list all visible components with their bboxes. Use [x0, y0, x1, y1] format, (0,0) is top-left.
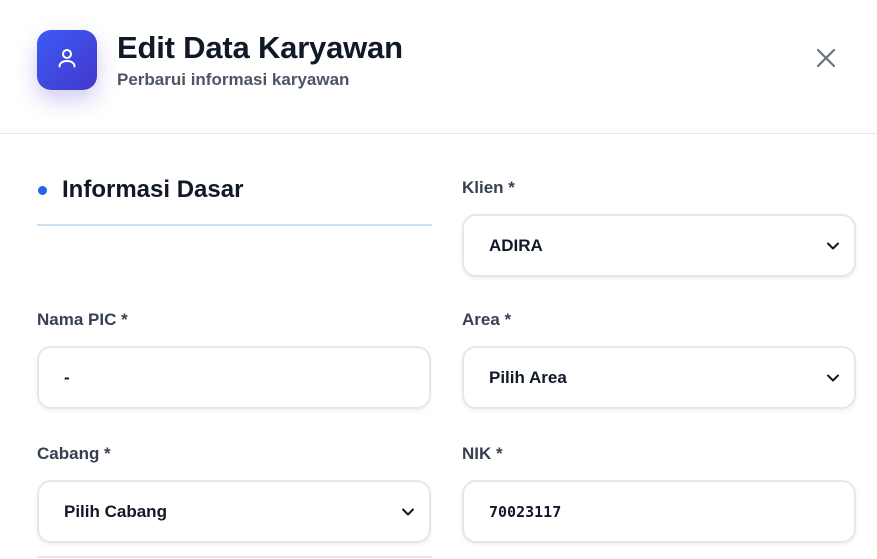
section-title: Informasi Dasar: [62, 176, 244, 203]
user-icon: [55, 46, 79, 75]
section-divider: [37, 224, 432, 226]
nik-label: NIK *: [462, 444, 503, 463]
area-label: Area *: [462, 310, 512, 329]
nik-input[interactable]: 70023117: [462, 480, 856, 543]
nik-value: 70023117: [489, 502, 562, 521]
klien-value: ADIRA: [489, 235, 543, 255]
cabang-select[interactable]: Pilih Cabang: [37, 480, 431, 543]
cabang-label: Cabang *: [37, 444, 111, 463]
chevron-down-icon: [826, 239, 840, 253]
edit-employee-modal: Edit Data Karyawan Perbarui informasi ka…: [0, 0, 877, 559]
close-button[interactable]: [808, 42, 844, 78]
modal-header: Edit Data Karyawan Perbarui informasi ka…: [0, 0, 877, 134]
page-title: Edit Data Karyawan: [117, 30, 403, 65]
chevron-down-icon: [401, 505, 415, 519]
close-icon: [815, 47, 837, 74]
klien-select[interactable]: ADIRA: [462, 214, 856, 277]
klien-label: Klien *: [462, 178, 515, 197]
avatar: [37, 30, 97, 90]
area-select[interactable]: Pilih Area: [462, 346, 856, 409]
nama-pic-input[interactable]: -: [37, 346, 431, 409]
chevron-down-icon: [826, 371, 840, 385]
cabang-value: Pilih Cabang: [64, 501, 167, 521]
area-value: Pilih Area: [489, 367, 567, 387]
section-bullet: [38, 186, 47, 195]
nama-pic-label: Nama PIC *: [37, 310, 128, 329]
page-subtitle: Perbarui informasi karyawan: [117, 70, 350, 89]
nama-pic-value: -: [64, 367, 70, 387]
form-divider: [37, 556, 432, 558]
